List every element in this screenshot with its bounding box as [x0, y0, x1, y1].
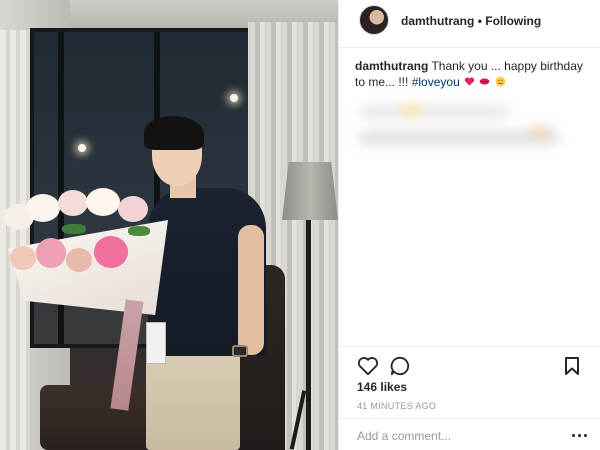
person-arm: [238, 225, 264, 355]
comment-bubble-icon: [390, 356, 410, 376]
caption-username[interactable]: damthutrang: [355, 59, 428, 73]
window-light: [78, 144, 86, 152]
person-pants: [146, 352, 240, 450]
blur-line: [401, 104, 421, 116]
person-hair: [144, 116, 204, 150]
post-header: damthutrang • Following: [339, 0, 600, 48]
header-username-line: damthutrang • Following: [401, 14, 541, 28]
save-button[interactable]: [561, 355, 583, 377]
header-username[interactable]: damthutrang: [401, 14, 474, 28]
comment-bar: [339, 418, 600, 450]
smile-icon: [495, 76, 506, 87]
heart-icon: [464, 77, 475, 86]
comment-button[interactable]: [389, 355, 411, 377]
blur-line: [529, 126, 553, 138]
post-timestamp[interactable]: 41 MINUTES AGO: [357, 401, 436, 411]
rose-flower: [10, 246, 36, 270]
header-separator: •: [477, 14, 482, 28]
like-button[interactable]: [357, 355, 379, 377]
leaf: [128, 226, 150, 236]
flower-bouquet: [0, 186, 170, 286]
action-bar: [339, 346, 600, 382]
add-comment-input[interactable]: [357, 427, 557, 445]
lily-flower: [58, 190, 88, 216]
lily-flower: [86, 188, 120, 216]
post-photo[interactable]: [0, 0, 338, 450]
caption-emojis: [463, 75, 506, 91]
rose-flower: [94, 236, 128, 268]
blurred-comment: [353, 96, 579, 158]
floor-lamp-pole: [306, 220, 311, 450]
wristwatch: [232, 345, 248, 357]
post-sidebar: damthutrang • Following damthutrang Than…: [338, 0, 600, 450]
rose-flower: [36, 238, 66, 268]
like-count[interactable]: 146 likes: [357, 380, 407, 394]
gift-tag: [146, 322, 166, 364]
more-options-icon: [583, 433, 587, 437]
lips-icon: [480, 78, 490, 85]
hashtag-link[interactable]: #loveyou: [412, 75, 460, 89]
window-light: [230, 94, 238, 102]
instagram-post: damthutrang • Following damthutrang Than…: [0, 0, 600, 450]
more-options-icon: [577, 433, 581, 437]
blur-line: [359, 106, 509, 118]
following-button[interactable]: Following: [485, 14, 541, 28]
caption: damthutrang Thank you ... happy birthday…: [355, 58, 591, 91]
heart-outline-icon: [357, 357, 379, 376]
more-options-button[interactable]: [569, 429, 589, 441]
more-options-icon: [571, 433, 575, 437]
leaf: [62, 224, 86, 234]
avatar[interactable]: [359, 5, 389, 35]
lily-flower: [118, 196, 148, 222]
bookmark-icon: [565, 357, 579, 375]
floor-lamp-shade: [282, 162, 338, 220]
ottoman: [40, 385, 160, 450]
lily-flower: [26, 194, 60, 222]
rose-flower: [66, 248, 92, 272]
